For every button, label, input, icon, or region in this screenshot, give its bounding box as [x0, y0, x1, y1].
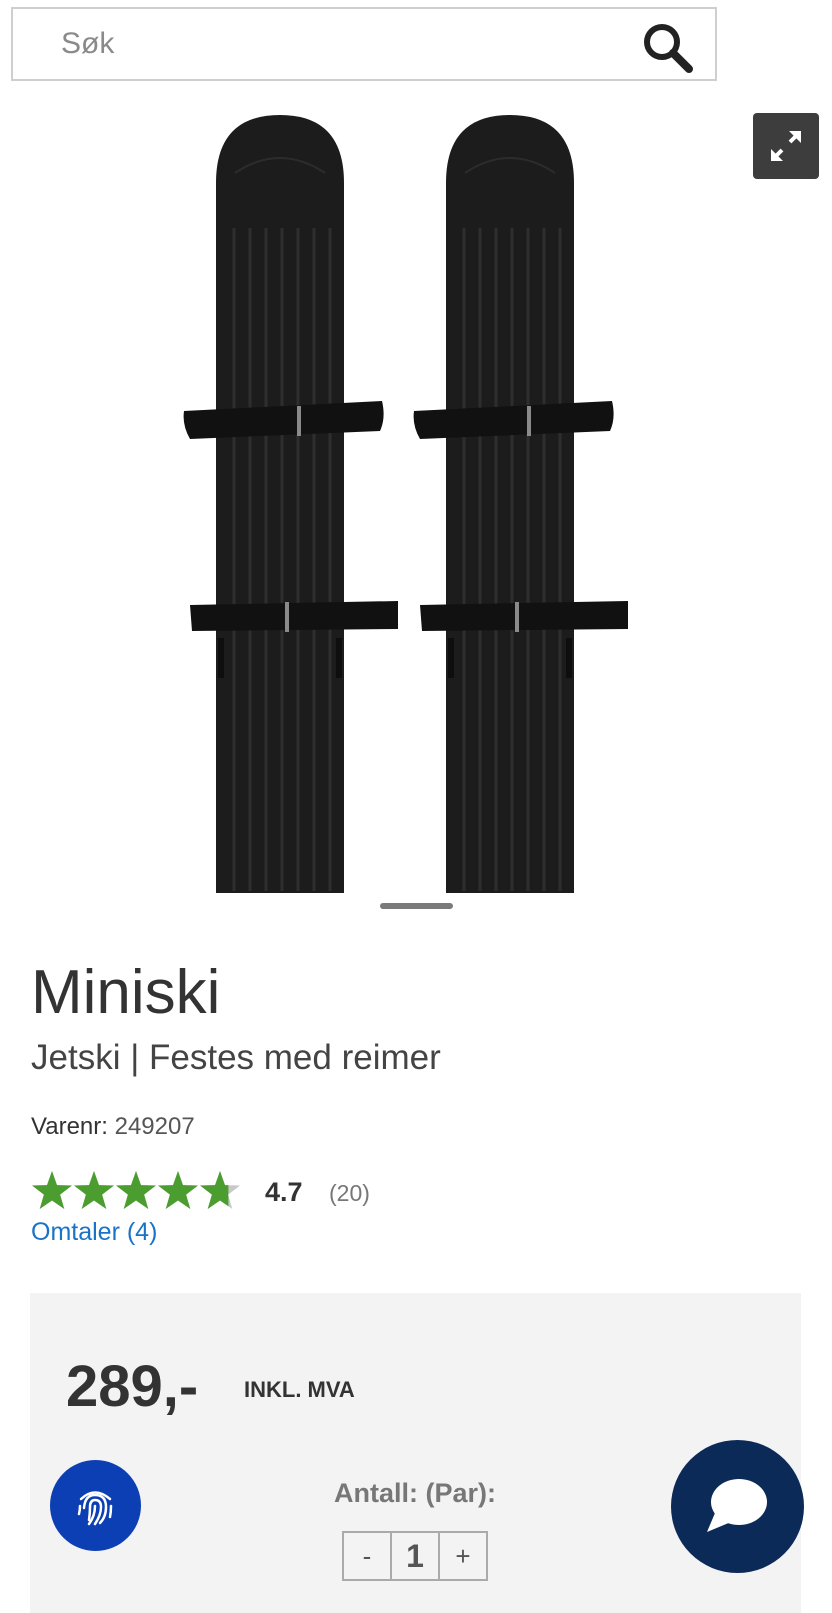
- product-title: Miniski: [31, 958, 221, 1027]
- star-filled: [32, 1171, 72, 1209]
- sku-value: 249207: [114, 1113, 195, 1140]
- star-filled: [158, 1171, 198, 1209]
- sku-label: Varenr:: [31, 1113, 108, 1140]
- search-bar: [11, 7, 717, 81]
- quantity-label: Antall: (Par):: [334, 1478, 496, 1508]
- expand-button[interactable]: [753, 113, 819, 179]
- fingerprint-button[interactable]: [50, 1460, 141, 1551]
- fingerprint-icon: [77, 1491, 113, 1526]
- carousel-indicator[interactable]: [380, 903, 453, 909]
- product-subtitle: Jetski | Festes med reimer: [31, 1038, 441, 1077]
- quantity-increment-button[interactable]: +: [438, 1531, 488, 1581]
- price: 289,-: [66, 1354, 199, 1419]
- search-icon[interactable]: [641, 21, 695, 75]
- expand-icon: [771, 131, 801, 161]
- product-gallery: [0, 95, 832, 925]
- search-input[interactable]: [13, 9, 613, 79]
- product-image: [183, 113, 630, 893]
- star-filled: [74, 1171, 114, 1209]
- vat-label: INKL. MVA: [244, 1377, 355, 1402]
- sku-row: Varenr: 249207: [31, 1115, 195, 1139]
- reviews-link[interactable]: Omtaler (4): [31, 1220, 157, 1245]
- quantity-decrement-button[interactable]: -: [342, 1531, 392, 1581]
- chat-icon: [707, 1479, 767, 1532]
- buy-panel: 289,- INKL. MVA Antall: (Par): - 1 +: [30, 1293, 801, 1613]
- star-filled: [116, 1171, 156, 1209]
- rating-stars: [32, 1171, 240, 1209]
- quantity-stepper: - 1 +: [342, 1531, 488, 1581]
- quantity-value[interactable]: 1: [390, 1531, 440, 1581]
- rating-value: 4.7: [265, 1177, 303, 1207]
- rating-count: (20): [329, 1180, 370, 1206]
- chat-button[interactable]: [671, 1440, 804, 1573]
